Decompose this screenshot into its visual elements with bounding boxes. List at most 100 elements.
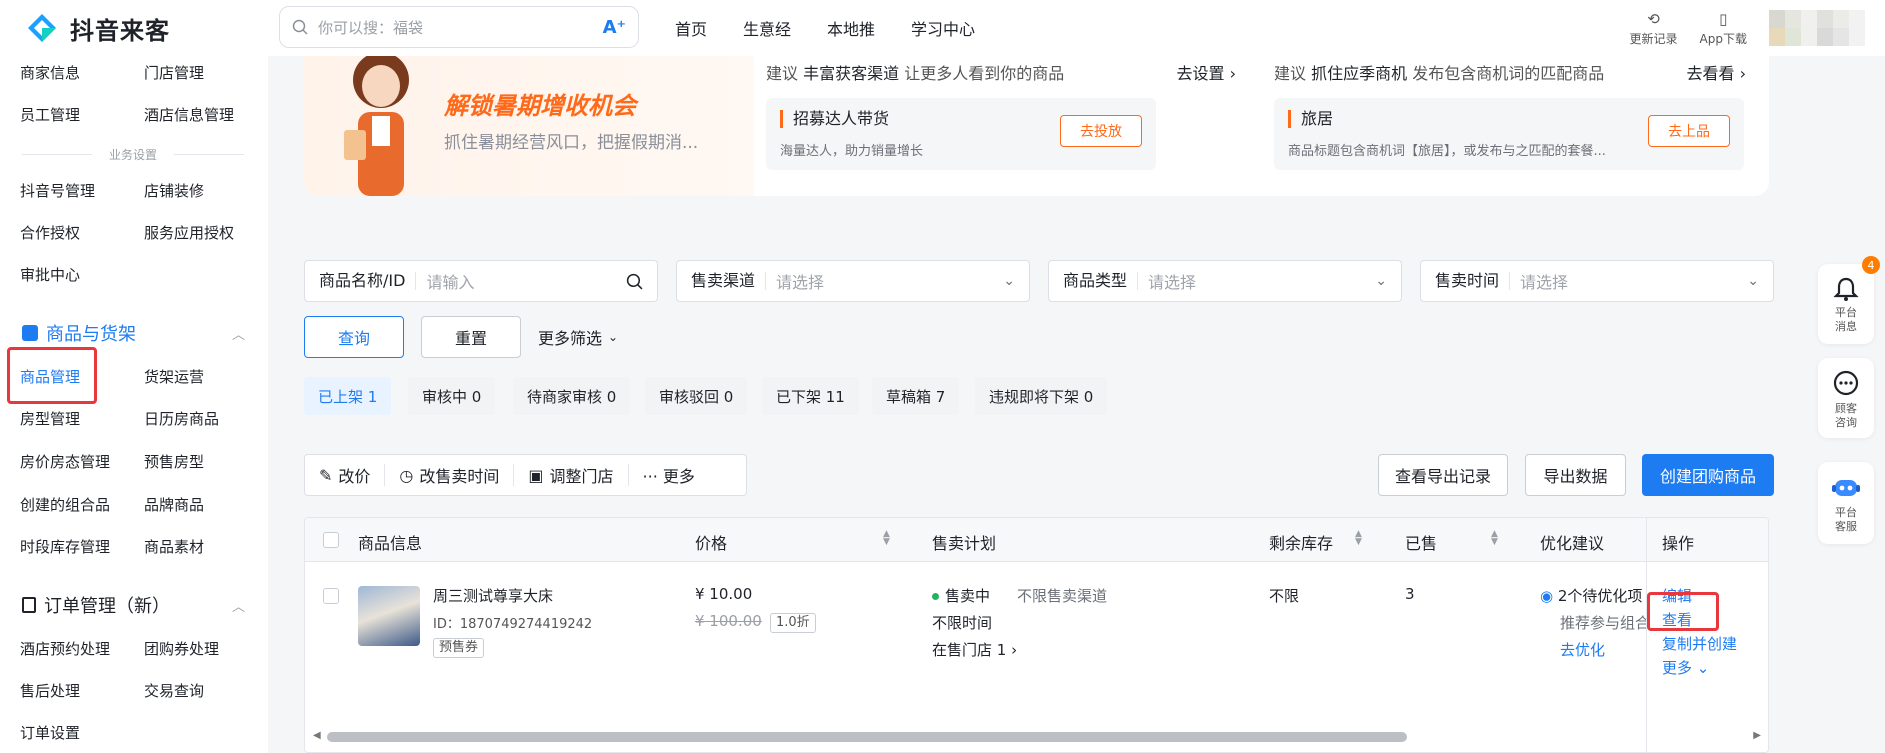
- sidebar-row: 创建的组合品 品牌商品: [0, 494, 268, 534]
- sidebar-item-staff[interactable]: 员工管理: [20, 104, 80, 125]
- sidebar-item-calendar-room[interactable]: 日历房商品: [144, 408, 219, 429]
- global-search[interactable]: 你可以搜：福袋 A⁺: [279, 6, 639, 48]
- platform-notice-button[interactable]: 4 平台消息: [1818, 256, 1880, 344]
- sidebar-item-room-price[interactable]: 房价房态管理: [20, 451, 110, 472]
- optimize-link[interactable]: 去优化: [1560, 639, 1605, 660]
- launch-button[interactable]: 去投放: [1060, 115, 1142, 147]
- copy-create-link[interactable]: 复制并创建: [1662, 633, 1737, 654]
- sidebar-item-trade-query[interactable]: 交易查询: [144, 680, 204, 701]
- export-data-button[interactable]: 导出数据: [1525, 454, 1626, 496]
- more-filter-toggle[interactable]: 更多筛选 ⌄: [538, 316, 618, 358]
- batch-edit-price[interactable]: ✎ 改价: [305, 464, 386, 486]
- scroll-right-icon[interactable]: ▶: [1753, 730, 1761, 741]
- nav-business[interactable]: 生意经: [743, 16, 791, 40]
- robot-service-icon: [1832, 480, 1860, 496]
- sidebar-item-voucher[interactable]: 团购券处理: [144, 638, 219, 659]
- search-input[interactable]: 你可以搜：福袋: [318, 17, 603, 38]
- create-groupbuy-button[interactable]: 创建团购商品: [1642, 454, 1774, 496]
- tab-reviewing[interactable]: 审核中 0: [408, 377, 496, 415]
- export-log-button[interactable]: 查看导出记录: [1378, 454, 1508, 496]
- changelog-button[interactable]: ⟲ 更新记录: [1630, 10, 1678, 47]
- col-price[interactable]: 价格: [695, 530, 727, 554]
- tab-drafts[interactable]: 草稿箱 7: [872, 377, 960, 415]
- col-goods-info: 商品信息: [358, 534, 423, 553]
- sidebar-item-approval[interactable]: 审批中心: [20, 264, 80, 285]
- nav-home[interactable]: 首页: [675, 16, 707, 40]
- scroll-left-icon[interactable]: ◀: [313, 730, 321, 741]
- channel-select[interactable]: 请选择: [776, 269, 1003, 293]
- status-dot-icon: [932, 593, 939, 600]
- col-sold[interactable]: 已售: [1405, 530, 1437, 554]
- batch-edit-time[interactable]: ◷ 改售卖时间: [385, 464, 515, 486]
- sale-time-select[interactable]: 请选择: [1520, 269, 1747, 293]
- col-stock[interactable]: 剩余库存: [1269, 530, 1333, 554]
- tab-listed[interactable]: 已上架 1: [304, 377, 392, 415]
- nav-learning[interactable]: 学习中心: [911, 16, 975, 40]
- sort-icon[interactable]: ▲ ▼: [883, 530, 890, 547]
- goods-name[interactable]: 周三测试尊享大床: [433, 585, 553, 606]
- sidebar-item-order-settings[interactable]: 订单设置: [20, 722, 80, 743]
- sidebar-item-goods-material[interactable]: 商品素材: [144, 536, 204, 557]
- app-logo[interactable]: 抖音来客: [22, 8, 170, 48]
- more-ops-link[interactable]: 更多 ⌄: [1662, 657, 1709, 678]
- batch-adjust-store[interactable]: ▣ 调整门店: [514, 464, 629, 486]
- select-all-checkbox[interactable]: [323, 532, 339, 548]
- batch-more[interactable]: ··· 更多: [629, 464, 709, 486]
- suggestion-card: 建议 抓住应季商机 发布包含商机词的匹配商品 去看看 › 旅居 商品标题包含商机…: [1262, 56, 1746, 196]
- filter-goods-name[interactable]: 商品名称/ID 请输入: [304, 260, 658, 302]
- consult-label: 顾客咨询: [1835, 402, 1857, 429]
- sidebar-item-app-auth[interactable]: 服务应用授权: [144, 222, 234, 243]
- store-count-link[interactable]: 在售门店 1 ›: [932, 639, 1017, 660]
- sidebar-item-cooperation-auth[interactable]: 合作授权: [20, 222, 80, 243]
- suggestion-highlight: 丰富获客渠道: [803, 64, 900, 83]
- chevron-down-icon: ⌄: [1003, 273, 1015, 289]
- sidebar-item-store-mgmt[interactable]: 门店管理: [144, 62, 204, 83]
- sidebar-item-hotel-booking[interactable]: 酒店预约处理: [20, 638, 110, 659]
- sort-icon[interactable]: ▲ ▼: [1355, 530, 1362, 547]
- nav-local-promo[interactable]: 本地推: [827, 16, 875, 40]
- scrollbar-thumb[interactable]: [327, 732, 1407, 742]
- platform-service-button[interactable]: 平台客服: [1818, 462, 1874, 544]
- goods-type-select[interactable]: 请选择: [1148, 269, 1375, 293]
- batch-actions: ✎ 改价 ◷ 改售卖时间 ▣ 调整门店 ··· 更多: [304, 454, 747, 496]
- sidebar-item-douyin-account[interactable]: 抖音号管理: [20, 180, 95, 201]
- sidebar-item-combos[interactable]: 创建的组合品: [20, 494, 110, 515]
- filter-channel[interactable]: 售卖渠道 请选择 ⌄: [676, 260, 1030, 302]
- sidebar-item-slot-inventory[interactable]: 时段库存管理: [20, 536, 110, 557]
- sort-icon[interactable]: ▲ ▼: [1491, 530, 1498, 547]
- sidebar-item-shop-decor[interactable]: 店铺装修: [144, 180, 204, 201]
- suggestion-rest: 发布包含商机词的匹配商品: [1412, 64, 1605, 83]
- sidebar-item-shelf-ops[interactable]: 货架运营: [144, 366, 204, 387]
- publish-button[interactable]: 去上品: [1648, 115, 1730, 147]
- reset-button[interactable]: 重置: [421, 316, 521, 358]
- filter-goods-type[interactable]: 商品类型 请选择 ⌄: [1048, 260, 1402, 302]
- app-download-button[interactable]: ▯ App下载: [1700, 10, 1747, 47]
- tab-violation[interactable]: 违规即将下架 0: [975, 377, 1108, 415]
- horizontal-scrollbar[interactable]: ◀ ▶: [313, 730, 1761, 742]
- customer-consult-button[interactable]: 顾客咨询: [1818, 358, 1874, 438]
- suggestion-go-link[interactable]: 去设置 ›: [1177, 60, 1237, 84]
- goods-name-input[interactable]: 请输入: [426, 269, 626, 293]
- goods-thumbnail[interactable]: [358, 586, 420, 646]
- filter-sale-time[interactable]: 售卖时间 请选择 ⌄: [1420, 260, 1774, 302]
- sidebar-item-merchant-info[interactable]: 商家信息: [20, 62, 80, 83]
- sidebar-item-brand-goods[interactable]: 品牌商品: [144, 494, 204, 515]
- tab-merchant-review[interactable]: 待商家审核 0: [513, 377, 631, 415]
- avatar[interactable]: [1769, 10, 1865, 46]
- sidebar-item-aftersale[interactable]: 售后处理: [20, 680, 80, 701]
- row-checkbox[interactable]: [323, 588, 339, 604]
- sidebar-item-presale-room[interactable]: 预售房型: [144, 451, 204, 472]
- tab-rejected[interactable]: 审核驳回 0: [645, 377, 748, 415]
- promo-card[interactable]: 解锁暑期增收机会 抓住暑期经营风口，把握假期消...: [304, 56, 754, 196]
- sidebar-row: 时段库存管理 商品素材: [0, 536, 268, 576]
- batch-label: 改售卖时间: [419, 467, 500, 486]
- sidebar-group-goods[interactable]: 商品与货架 ︿: [22, 320, 245, 346]
- sidebar-group-orders[interactable]: 订单管理（新） ︿: [22, 592, 245, 618]
- sidebar-item-hotel-info[interactable]: 酒店信息管理: [144, 104, 234, 125]
- tab-delisted[interactable]: 已下架 11: [762, 377, 859, 415]
- sidebar-item-room-type[interactable]: 房型管理: [20, 408, 80, 429]
- suggestion-go-link[interactable]: 去看看 ›: [1687, 60, 1747, 84]
- search-icon[interactable]: [626, 273, 643, 290]
- ai-search-icon[interactable]: A⁺: [603, 17, 626, 38]
- query-button[interactable]: 查询: [304, 316, 404, 358]
